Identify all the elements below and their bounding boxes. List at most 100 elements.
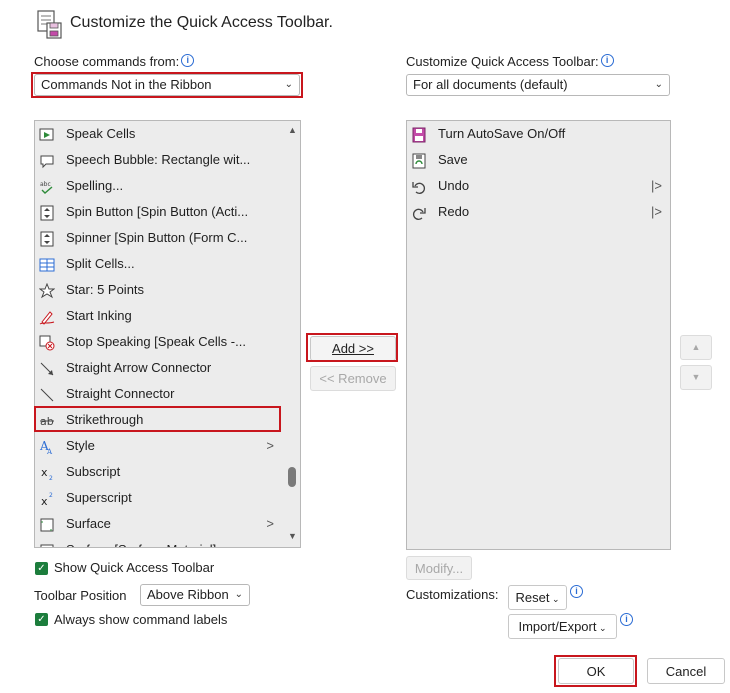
- toolbar-position-dropdown[interactable]: Above Ribbon ⌄: [140, 584, 250, 606]
- triangle-down-icon: ▼: [691, 372, 701, 382]
- command-list-item[interactable]: A A Style >: [35, 433, 300, 459]
- command-list-item[interactable]: Spinner [Spin Button (Form C...: [35, 225, 300, 251]
- command-item-label: Start Inking: [66, 308, 132, 323]
- speak-cells-icon: [39, 126, 55, 142]
- info-icon[interactable]: i: [570, 585, 583, 598]
- info-icon[interactable]: i: [620, 613, 633, 626]
- command-list-item[interactable]: ab Strikethrough: [35, 407, 300, 433]
- command-item-label: Style: [66, 438, 95, 453]
- toolbar-position-label: Toolbar Position: [34, 588, 127, 603]
- command-list-item[interactable]: Stop Speaking [Speak Cells -...: [35, 329, 300, 355]
- submenu-arrow-icon: >: [266, 516, 274, 531]
- svg-text:abc: abc: [40, 181, 51, 188]
- command-item-label: Speech Bubble: Rectangle wit...: [66, 152, 251, 167]
- undo-icon: [411, 178, 427, 194]
- command-item-label: Strikethrough: [66, 412, 144, 427]
- autosave-icon: [411, 126, 427, 143]
- command-item-label: Star: 5 Points: [66, 282, 145, 297]
- command-item-label: Stop Speaking [Speak Cells -...: [66, 334, 246, 349]
- superscript-icon: x2: [39, 490, 55, 508]
- show-qat-checkbox[interactable]: ✓: [35, 562, 48, 575]
- add-button[interactable]: Add >>: [310, 336, 396, 361]
- spin-button-icon: [39, 204, 55, 221]
- qat-list-item[interactable]: Turn AutoSave On/Off: [407, 121, 670, 147]
- command-list-item[interactable]: abc Spelling...: [35, 173, 300, 199]
- chevron-down-icon: ⌄: [234, 589, 243, 600]
- commands-list-scrollbar[interactable]: ▲ ▼: [284, 121, 300, 547]
- split-cells-icon: [39, 256, 55, 272]
- info-icon[interactable]: i: [600, 54, 614, 67]
- surface-icon: [39, 516, 55, 532]
- import-export-button[interactable]: Import/Export ⌄: [508, 614, 617, 639]
- command-item-label: Speak Cells: [66, 126, 136, 141]
- command-list-item[interactable]: Spin Button [Spin Button (Acti...: [35, 199, 300, 225]
- spinner-icon: [39, 230, 55, 247]
- customize-qat-dropdown[interactable]: For all documents (default) ⌄: [406, 74, 670, 96]
- command-list-item[interactable]: Speech Bubble: Rectangle wit...: [35, 147, 300, 173]
- move-down-button[interactable]: ▼: [680, 365, 712, 390]
- command-item-label: Surface [Surface Material]: [66, 537, 216, 547]
- qat-item-label: Redo: [438, 204, 470, 219]
- modify-button[interactable]: Modify...: [406, 556, 472, 580]
- chevron-down-icon: ⌄: [284, 79, 293, 90]
- command-list-item[interactable]: Straight Arrow Connector: [35, 355, 300, 381]
- command-list-item[interactable]: Star: 5 Points: [35, 277, 300, 303]
- pen-icon: [39, 308, 55, 325]
- scrollbar-thumb[interactable]: [288, 467, 296, 487]
- redo-icon: [411, 204, 427, 220]
- style-icon: AA: [39, 438, 55, 456]
- show-qat-label: Show Quick Access Toolbar: [54, 560, 215, 575]
- command-item-label: Straight Connector: [66, 386, 175, 401]
- qat-list-item[interactable]: Undo |>: [407, 173, 670, 199]
- command-list-item[interactable]: Start Inking: [35, 303, 300, 329]
- command-item-label: Surface: [66, 516, 111, 531]
- always-show-labels-checkbox[interactable]: ✓: [35, 613, 48, 626]
- svg-text:x: x: [41, 495, 48, 507]
- commands-list[interactable]: Speak Cells Speech Bubble: Rectangle wit.…: [34, 120, 301, 548]
- chevron-down-icon: ⌄: [654, 79, 663, 90]
- qat-customize-icon: [36, 9, 64, 44]
- command-list-item[interactable]: x 2 Subscript: [35, 459, 300, 485]
- cancel-button[interactable]: Cancel: [647, 658, 725, 684]
- choose-commands-dropdown[interactable]: Commands Not in the Ribbon ⌄: [34, 74, 300, 96]
- command-list-item[interactable]: Surface >: [35, 511, 300, 537]
- command-list-item[interactable]: x 2 Superscript: [35, 485, 300, 511]
- triangle-up-icon: ▲: [691, 342, 701, 352]
- arrow-connector-icon: [39, 360, 55, 376]
- spelling-icon: abc: [39, 178, 55, 194]
- command-list-item[interactable]: Surface [Surface Material]: [35, 537, 300, 547]
- remove-button[interactable]: << Remove: [310, 366, 396, 391]
- surface-material-icon: [39, 542, 55, 547]
- customizations-label: Customizations:: [406, 587, 499, 602]
- qat-item-label: Save: [438, 152, 468, 167]
- command-list-item[interactable]: Split Cells...: [35, 251, 300, 277]
- svg-text:2: 2: [49, 475, 53, 481]
- qat-commands-list[interactable]: Turn AutoSave On/Off Save Undo |> Redo |>: [406, 120, 671, 550]
- chevron-down-icon: ⌄: [549, 594, 560, 604]
- command-item-label: Subscript: [66, 464, 121, 479]
- scroll-down-icon[interactable]: ▼: [288, 531, 297, 541]
- command-list-item[interactable]: Straight Connector: [35, 381, 300, 407]
- strikethrough-icon: ab: [39, 412, 55, 428]
- star-icon: [38, 282, 56, 299]
- reset-button[interactable]: Reset ⌄: [508, 585, 567, 610]
- scroll-up-icon[interactable]: ▲: [288, 125, 297, 135]
- qat-item-label: Turn AutoSave On/Off: [438, 126, 566, 141]
- qat-list-item[interactable]: Redo |>: [407, 199, 670, 225]
- dialog-title: Customize the Quick Access Toolbar.: [70, 14, 333, 31]
- svg-text:2: 2: [49, 492, 53, 499]
- move-up-button[interactable]: ▲: [680, 335, 712, 360]
- command-item-label: Spin Button [Spin Button (Acti...: [66, 204, 249, 219]
- command-item-label: Straight Arrow Connector: [66, 360, 212, 375]
- save-icon: [411, 152, 427, 169]
- command-item-label: Split Cells...: [66, 256, 135, 271]
- customize-qat-label: Customize Quick Access Toolbar: i: [406, 54, 614, 69]
- customize-qat-value: For all documents (default): [413, 77, 568, 92]
- command-list-item[interactable]: Speak Cells: [35, 121, 300, 147]
- qat-list-item[interactable]: Save: [407, 147, 670, 173]
- submenu-arrow-icon: |>: [651, 204, 662, 219]
- ok-button[interactable]: OK: [558, 658, 634, 684]
- always-show-labels-label: Always show command labels: [54, 612, 228, 627]
- info-icon[interactable]: i: [181, 54, 195, 67]
- svg-text:x: x: [41, 466, 48, 479]
